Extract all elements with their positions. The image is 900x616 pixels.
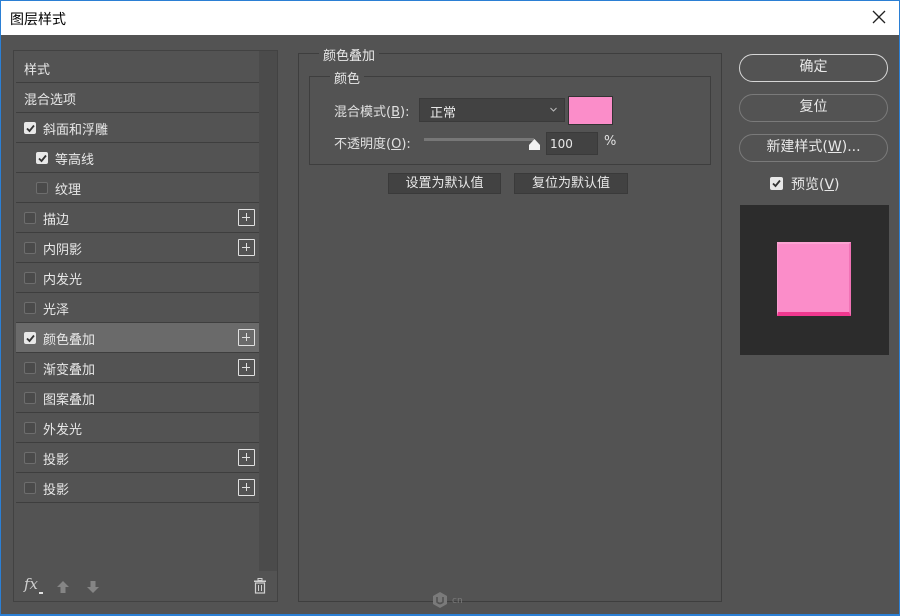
style-item[interactable]: 颜色叠加 [16,323,259,353]
fx-icon[interactable]: fx [24,575,38,593]
style-item-label: 投影 [43,483,70,498]
blend-mode-value: 正常 [430,106,457,121]
style-item[interactable]: 外发光 [16,413,259,443]
styles-header-label: 样式 [24,63,51,78]
blend-options-label: 混合选项 [24,93,77,108]
style-checkbox[interactable] [24,302,36,314]
opacity-slider-track[interactable] [424,138,534,141]
close-icon [872,10,886,24]
opacity-label: 不透明度(O): [334,137,411,152]
trash-icon[interactable] [253,578,267,594]
reset-button[interactable]: 复位 [739,94,888,122]
style-checkbox[interactable] [24,122,36,134]
opacity-slider-thumb[interactable] [528,139,541,150]
style-item-label: 斜面和浮雕 [43,123,109,138]
title-bar: 图层样式 [1,0,899,35]
color-overlay-title: 颜色叠加 [319,45,380,64]
opacity-unit: % [604,134,617,149]
move-up-icon[interactable] [56,580,70,594]
style-checkbox[interactable] [36,182,48,194]
add-instance-icon[interactable] [238,479,255,496]
style-item[interactable]: 纹理 [16,173,259,203]
style-checkbox[interactable] [24,212,36,224]
blend-mode-select[interactable]: 正常 [419,98,565,122]
checkmark-icon [38,154,47,163]
styles-bottom-bar: fx [14,571,277,601]
style-checkbox[interactable] [24,482,36,494]
style-item-label: 光泽 [43,303,70,318]
opacity-input[interactable]: 100 [546,132,598,155]
fx-dropdown-caret [39,592,43,594]
style-item[interactable]: 图案叠加 [16,383,259,413]
style-item-label: 外发光 [43,423,83,438]
style-item[interactable]: 内发光 [16,263,259,293]
style-checkbox[interactable] [24,362,36,374]
style-item[interactable]: 描边 [16,203,259,233]
style-item-label: 投影 [43,453,70,468]
style-item[interactable]: 内阴影 [16,233,259,263]
add-instance-icon[interactable] [238,209,255,226]
style-checkbox[interactable] [24,422,36,434]
style-checkbox[interactable] [24,242,36,254]
styles-panel: 样式 混合选项 斜面和浮雕等高线纹理描边内阴影内发光光泽颜色叠加渐变叠加图案叠加… [13,50,278,602]
style-item[interactable]: 投影 [16,443,259,473]
styles-list: 样式 混合选项 斜面和浮雕等高线纹理描边内阴影内发光光泽颜色叠加渐变叠加图案叠加… [16,53,259,503]
style-item-label: 描边 [43,213,70,228]
scrollbar[interactable] [259,51,277,571]
overlay-color-swatch[interactable] [568,96,613,125]
checkmark-icon [772,179,781,188]
move-down-icon[interactable] [86,580,100,594]
style-item[interactable]: 投影 [16,473,259,503]
preview-checkbox[interactable] [770,177,783,190]
set-default-button[interactable]: 设置为默认值 [388,173,501,194]
style-item[interactable]: 斜面和浮雕 [16,113,259,143]
add-instance-icon[interactable] [238,449,255,466]
style-checkbox[interactable] [24,452,36,464]
watermark-text: cn [452,596,463,606]
preview-label[interactable]: 预览(V) [791,174,840,194]
add-instance-icon[interactable] [238,329,255,346]
style-item-label: 纹理 [55,183,82,198]
style-item-label: 颜色叠加 [43,333,96,348]
dialog-title: 图层样式 [10,12,66,28]
close-button[interactable] [869,7,889,27]
blend-options-item[interactable]: 混合选项 [16,83,259,113]
color-group-title: 颜色 [330,68,365,87]
style-item-label: 内阴影 [43,243,83,258]
preview-thumbnail [777,242,851,316]
style-checkbox[interactable] [24,332,36,344]
new-style-button[interactable]: 新建样式(W)... [739,134,888,162]
style-item-label: 渐变叠加 [43,363,96,378]
add-instance-icon[interactable] [238,239,255,256]
ok-button[interactable]: 确定 [739,54,888,82]
style-checkbox[interactable] [24,272,36,284]
style-item[interactable]: 等高线 [16,143,259,173]
styles-header[interactable]: 样式 [16,53,259,83]
add-instance-icon[interactable] [238,359,255,376]
watermark-logo-icon: cn [433,592,463,608]
color-overlay-panel: 颜色叠加 颜色 混合模式(B): 正常 不透明度(O): 100 % 设置为默认… [298,45,722,602]
style-checkbox[interactable] [24,392,36,404]
style-preview [740,205,889,355]
style-item[interactable]: 光泽 [16,293,259,323]
blend-mode-label: 混合模式(B): [334,105,410,120]
style-item-label: 图案叠加 [43,393,96,408]
style-item[interactable]: 渐变叠加 [16,353,259,383]
style-item-label: 等高线 [55,153,95,168]
color-group: 颜色 混合模式(B): 正常 不透明度(O): 100 % [309,68,711,165]
checkmark-icon [26,124,35,133]
reset-default-button[interactable]: 复位为默认值 [514,173,628,194]
checkmark-icon [26,334,35,343]
style-checkbox[interactable] [36,152,48,164]
style-item-label: 内发光 [43,273,83,288]
chevron-down-icon [550,107,557,112]
